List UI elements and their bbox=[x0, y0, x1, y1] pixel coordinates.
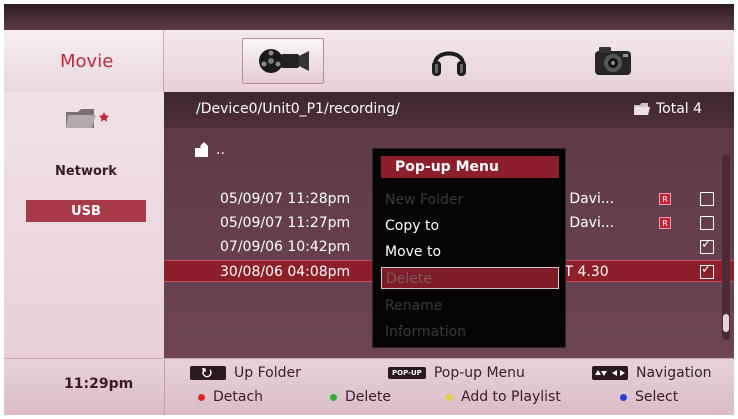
folder-add-icon bbox=[66, 109, 110, 128]
headphones-icon bbox=[432, 51, 466, 76]
parent-folder-label: .. bbox=[216, 142, 225, 158]
arrow-keys-icon bbox=[592, 366, 628, 380]
tab-photo[interactable] bbox=[572, 38, 654, 84]
header-bar: Movie bbox=[4, 30, 734, 92]
clock: 11:29pm bbox=[64, 376, 134, 392]
menu-item-information[interactable]: Information bbox=[381, 321, 559, 343]
hint-label: Detach bbox=[213, 389, 264, 405]
list-scrollbar[interactable] bbox=[722, 154, 730, 340]
scrollbar-thumb[interactable] bbox=[723, 314, 729, 332]
hint-label: Pop-up Menu bbox=[433, 365, 525, 381]
film-reel-icon bbox=[259, 49, 309, 73]
row-date: 05/09/07 11:27pm bbox=[220, 215, 351, 231]
menu-item-copy-to[interactable]: Copy to bbox=[381, 215, 559, 237]
footer-divider bbox=[164, 359, 165, 415]
menu-item-new-folder[interactable]: New Folder bbox=[381, 189, 559, 211]
add-folder-button[interactable] bbox=[64, 104, 110, 136]
row-checkbox[interactable]: ✓ bbox=[700, 237, 714, 254]
check-icon: ✓ bbox=[701, 237, 712, 252]
total-count: Total 4 bbox=[634, 101, 702, 117]
sidebar-item-label: USB bbox=[71, 203, 101, 219]
header-title-area: Movie bbox=[4, 30, 164, 92]
tab-music[interactable] bbox=[408, 38, 490, 84]
yellow-button-icon bbox=[446, 393, 453, 401]
sidebar-item-network[interactable]: Network bbox=[26, 160, 146, 182]
hint-label: Add to Playlist bbox=[461, 389, 561, 405]
hint-label: Navigation bbox=[636, 365, 712, 381]
popup-title: Pop-up Menu bbox=[381, 156, 559, 178]
media-browser-screen: Movie Network USB /Device0/Unit0_P1/reco… bbox=[4, 4, 734, 415]
row-checkbox[interactable]: ✓ bbox=[700, 262, 714, 279]
hint-add-to-playlist: Add to Playlist bbox=[446, 389, 561, 405]
hint-popup-menu: POP-UP Pop-up Menu bbox=[388, 365, 525, 381]
hint-label: Select bbox=[635, 389, 679, 405]
folder-icon bbox=[634, 103, 650, 115]
up-folder-icon bbox=[195, 142, 208, 157]
hint-select: Select bbox=[620, 389, 678, 405]
menu-item-move-to[interactable]: Move to bbox=[381, 241, 559, 263]
row-date: 07/09/06 10:42pm bbox=[220, 239, 351, 255]
tab-movie[interactable] bbox=[242, 38, 324, 84]
blue-button-icon bbox=[620, 393, 627, 401]
top-band bbox=[4, 4, 734, 30]
menu-item-delete[interactable]: Delete bbox=[381, 267, 559, 289]
camera-icon bbox=[595, 47, 631, 75]
row-date: 05/09/07 11:28pm bbox=[220, 191, 351, 207]
path-bar: /Device0/Unit0_P1/recording/ Total 4 bbox=[164, 92, 734, 128]
popup-key-icon: POP-UP bbox=[388, 367, 426, 379]
row-checkbox[interactable] bbox=[700, 192, 714, 206]
return-key-icon bbox=[190, 366, 226, 380]
popup-menu: Pop-up Menu New Folder Copy to Move to D… bbox=[372, 148, 566, 348]
row-date: 30/08/06 04:08pm bbox=[220, 264, 351, 280]
page-title: Movie bbox=[60, 51, 114, 72]
hint-delete: Delete bbox=[330, 389, 391, 405]
hint-label: Delete bbox=[345, 389, 391, 405]
hint-detach: Detach bbox=[198, 389, 263, 405]
hint-label: Up Folder bbox=[234, 365, 301, 381]
total-count-label: Total 4 bbox=[656, 101, 703, 117]
row-checkbox[interactable] bbox=[700, 216, 714, 230]
parent-folder-item[interactable]: .. bbox=[194, 142, 225, 158]
recording-badge-icon: R bbox=[659, 193, 671, 205]
green-button-icon bbox=[330, 393, 337, 401]
red-button-icon bbox=[198, 393, 205, 401]
check-icon: ✓ bbox=[701, 262, 712, 277]
footer-bar: 11:29pm Up Folder POP-UP Pop-up Menu Nav… bbox=[4, 358, 734, 415]
menu-item-rename[interactable]: Rename bbox=[381, 295, 559, 317]
hint-up-folder: Up Folder bbox=[190, 365, 301, 381]
hint-navigation: Navigation bbox=[592, 365, 712, 381]
sidebar-item-usb[interactable]: USB bbox=[26, 200, 146, 222]
current-path: /Device0/Unit0_P1/recording/ bbox=[196, 101, 400, 117]
sidebar: Network USB bbox=[4, 92, 164, 358]
recording-badge-icon: R bbox=[659, 217, 671, 229]
sidebar-item-label: Network bbox=[55, 163, 117, 179]
